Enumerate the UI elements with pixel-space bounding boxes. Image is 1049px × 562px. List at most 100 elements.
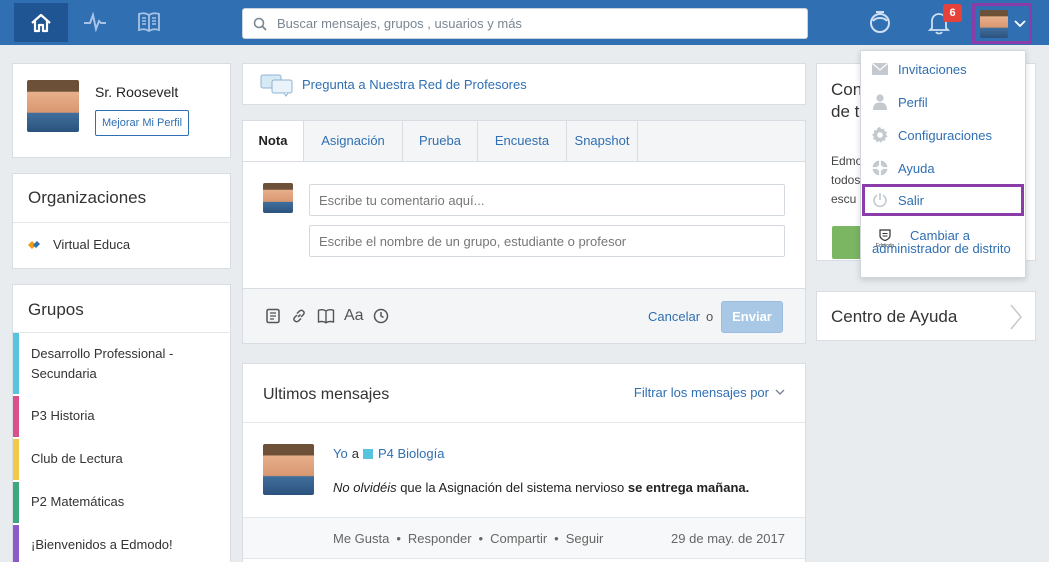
follow-button[interactable]: Seguir xyxy=(566,531,604,546)
post-body-text: que la Asignación del sistema nervioso xyxy=(396,480,628,495)
pulse-icon xyxy=(84,12,106,32)
feed-card: Ultimos mensajes Filtrar los mensajes po… xyxy=(242,363,806,562)
share-button[interactable]: Compartir xyxy=(490,531,547,546)
group-item[interactable]: Club de Lectura xyxy=(13,439,231,480)
menu-item-logout[interactable]: Salir xyxy=(862,184,1024,216)
clock-icon[interactable] xyxy=(373,308,389,324)
group-item[interactable]: P3 Historia xyxy=(13,396,231,437)
post-composer: Nota Asignación Prueba Encuesta Snapshot… xyxy=(242,120,806,344)
power-icon xyxy=(873,193,887,208)
menu-item-profile[interactable]: Perfil xyxy=(861,89,1025,115)
menu-item-label: Invitaciones xyxy=(898,61,967,77)
notification-badge[interactable]: 6 xyxy=(943,4,962,22)
person-icon xyxy=(873,94,887,110)
group-item[interactable]: ¡Bienvenidos a Edmodo! xyxy=(13,525,231,562)
groups-title: Grupos xyxy=(28,300,84,319)
tab-prueba[interactable]: Prueba xyxy=(403,121,478,161)
profile-avatar[interactable] xyxy=(27,80,79,132)
menu-item-label: Salir xyxy=(898,192,925,208)
group-color-bar xyxy=(13,525,19,562)
post-author[interactable]: Yo xyxy=(333,446,348,461)
user-menu-button[interactable] xyxy=(972,3,1032,44)
bullet-separator: • xyxy=(478,531,484,546)
group-color-bar xyxy=(13,439,19,480)
home-button[interactable] xyxy=(14,3,68,42)
group-item-label: ¡Bienvenidos a Edmodo! xyxy=(31,537,173,552)
tab-asignacion[interactable]: Asignación xyxy=(304,121,403,161)
post-body-bold: se entrega mañana. xyxy=(627,480,750,495)
menu-item-label: Cambiar a administrador de distrito xyxy=(872,228,1011,256)
help-center-card[interactable]: Centro de Ayuda xyxy=(816,291,1036,341)
post-author-avatar[interactable] xyxy=(263,444,314,495)
text-format-button[interactable]: Aa xyxy=(344,307,364,325)
home-icon xyxy=(31,13,51,32)
profile-name[interactable]: Sr. Roosevelt xyxy=(95,84,178,100)
file-icon[interactable] xyxy=(265,308,281,324)
divider xyxy=(243,422,805,423)
chevron-down-icon xyxy=(775,389,785,395)
organization-item-label: Virtual Educa xyxy=(53,237,131,252)
group-item-label: P2 Matemáticas xyxy=(31,494,125,509)
bullet-separator: • xyxy=(396,531,401,546)
library-button[interactable] xyxy=(136,9,162,35)
top-navigation-bar: 6 xyxy=(0,0,1049,45)
filter-label: Filtrar los mensajes por xyxy=(633,385,769,400)
post-body-italic: No olvidéis xyxy=(333,480,397,495)
menu-item-label: Ayuda xyxy=(898,160,935,176)
composer-body xyxy=(243,161,805,289)
or-text: o xyxy=(706,309,714,324)
group-item-label: Club de Lectura xyxy=(31,451,123,466)
menu-item-label: Perfil xyxy=(898,94,928,110)
cancel-link[interactable]: Cancelar xyxy=(648,309,700,324)
send-button[interactable]: Enviar xyxy=(721,301,783,333)
group-item-label: P3 Historia xyxy=(31,408,95,423)
avatar xyxy=(980,9,1008,38)
group-color-square xyxy=(362,448,373,459)
group-item[interactable]: P2 Matemáticas xyxy=(13,482,231,523)
search-bar[interactable] xyxy=(242,8,808,39)
gear-icon xyxy=(872,127,888,143)
group-color-bar xyxy=(13,396,19,437)
ask-network-card[interactable]: Pregunta a Nuestra Red de Profesores xyxy=(242,63,806,105)
library-icon[interactable] xyxy=(317,308,335,324)
virtual-educa-logo-icon xyxy=(28,240,40,249)
chevron-right-icon xyxy=(1010,304,1022,330)
chevron-down-icon xyxy=(1014,19,1026,27)
menu-item-label: Configuraciones xyxy=(898,127,992,143)
group-item[interactable]: Desarrollo Professional - Secundaria xyxy=(13,333,231,394)
menu-item-district-admin[interactable]: Edmodo Cambiar a administrador de distri… xyxy=(861,225,1025,273)
tab-nota[interactable]: Nota xyxy=(243,121,304,161)
tab-snapshot[interactable]: Snapshot xyxy=(567,121,638,161)
improve-profile-button[interactable]: Mejorar Mi Perfil xyxy=(95,110,190,136)
search-input[interactable] xyxy=(277,16,777,31)
reply-button[interactable]: Responder xyxy=(408,531,472,546)
organizations-title: Organizaciones xyxy=(28,188,147,207)
book-icon xyxy=(138,12,160,33)
menu-item-help[interactable]: Ayuda xyxy=(861,155,1025,181)
post-group[interactable]: P4 Biología xyxy=(378,446,445,461)
progress-button[interactable] xyxy=(82,9,108,35)
menu-item-settings[interactable]: Configuraciones xyxy=(861,122,1025,148)
post-header: Yo a P4 Biología xyxy=(333,446,444,461)
menu-item-invitations[interactable]: Invitaciones xyxy=(861,56,1025,82)
envelope-icon xyxy=(872,63,888,75)
recipient-input[interactable] xyxy=(309,225,785,257)
link-icon[interactable] xyxy=(291,308,307,324)
ask-network-link[interactable]: Pregunta a Nuestra Red de Profesores xyxy=(302,77,527,92)
post-date: 29 de may. de 2017 xyxy=(671,531,785,546)
organizations-card: Organizaciones Virtual Educa xyxy=(12,173,231,269)
tab-encuesta[interactable]: Encuesta xyxy=(478,121,567,161)
group-item-label: Desarrollo Professional - Secundaria xyxy=(31,346,174,381)
post-to-word: a xyxy=(351,446,359,461)
like-button[interactable]: Me Gusta xyxy=(333,531,389,546)
composer-toolbar: Aa xyxy=(265,307,389,325)
spotlight-button[interactable] xyxy=(867,8,893,34)
composer-avatar xyxy=(263,183,293,213)
search-icon xyxy=(253,17,267,31)
comment-input[interactable] xyxy=(309,184,785,216)
group-color-bar xyxy=(13,333,19,394)
organization-item[interactable]: Virtual Educa xyxy=(27,237,130,252)
profile-card: Sr. Roosevelt Mejorar Mi Perfil xyxy=(12,63,231,158)
user-dropdown-menu: Invitaciones Perfil Configuraciones Ayud… xyxy=(860,50,1026,278)
filter-dropdown[interactable]: Filtrar los mensajes por xyxy=(634,385,785,400)
